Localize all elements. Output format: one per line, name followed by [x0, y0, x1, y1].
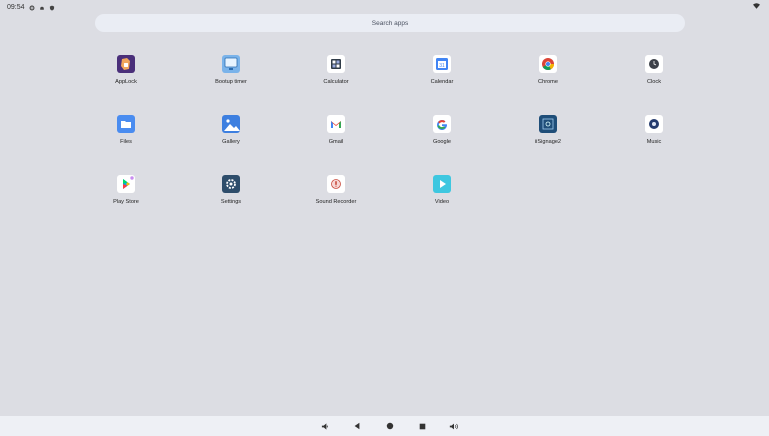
app-label: Google — [432, 139, 452, 145]
app-gallery[interactable]: Gallery — [191, 115, 271, 155]
app-label: Play Store — [113, 199, 139, 205]
svg-text:31: 31 — [439, 63, 445, 69]
app-label: Settings — [220, 199, 242, 205]
app-grid: AppLock Bootup timer Calculator 31 Calen… — [0, 0, 769, 420]
app-label: AppLock — [115, 79, 137, 85]
calculator-icon — [327, 55, 345, 73]
app-label: Gmail — [328, 139, 344, 145]
video-icon — [433, 175, 451, 193]
app-label: Video — [434, 199, 450, 205]
app-label: Gallery — [222, 139, 240, 145]
back-button[interactable] — [352, 421, 362, 431]
calendar-icon: 31 — [433, 55, 451, 73]
clock-icon — [645, 55, 663, 73]
app-label: Clock — [647, 79, 661, 85]
back-icon — [354, 422, 360, 430]
home-button[interactable] — [385, 421, 395, 431]
app-calendar[interactable]: 31 Calendar — [402, 55, 482, 95]
app-label: Music — [646, 139, 662, 145]
gmail-icon — [327, 115, 345, 133]
volume-up-button[interactable] — [449, 421, 459, 431]
navigation-bar — [0, 416, 769, 436]
app-calculator[interactable]: Calculator — [296, 55, 376, 95]
iisignage-icon — [539, 115, 557, 133]
app-video[interactable]: Video — [402, 175, 482, 215]
files-icon — [117, 115, 135, 133]
app-chrome[interactable]: Chrome — [508, 55, 588, 95]
app-label: Sound Recorder — [315, 199, 357, 205]
app-play-store[interactable]: Play Store — [86, 175, 166, 215]
app-label: Chrome — [538, 79, 558, 85]
app-label: iiSignage2 — [534, 139, 562, 145]
volume-down-icon — [321, 422, 328, 430]
recents-button[interactable] — [417, 421, 427, 431]
play-store-icon — [117, 175, 135, 193]
app-files[interactable]: Files — [86, 115, 166, 155]
applock-icon — [117, 55, 135, 73]
bootup-timer-icon — [222, 55, 240, 73]
app-applock[interactable]: AppLock — [86, 55, 166, 95]
app-iisignage2[interactable]: iiSignage2 — [508, 115, 588, 155]
app-gmail[interactable]: Gmail — [296, 115, 376, 155]
gallery-icon — [222, 115, 240, 133]
volume-down-button[interactable] — [320, 421, 330, 431]
app-label: Bootup timer — [215, 79, 247, 85]
home-icon — [386, 422, 394, 430]
app-label: Calculator — [323, 79, 349, 85]
app-bootup-timer[interactable]: Bootup timer — [191, 55, 271, 95]
app-clock[interactable]: Clock — [614, 55, 694, 95]
google-icon — [433, 115, 451, 133]
settings-icon — [222, 175, 240, 193]
volume-up-icon — [449, 423, 458, 429]
chrome-icon — [539, 55, 557, 73]
app-label: Calendar — [430, 79, 454, 85]
music-icon — [645, 115, 663, 133]
sound-recorder-icon — [327, 175, 345, 193]
app-sound-recorder[interactable]: Sound Recorder — [296, 175, 376, 215]
recents-icon — [419, 423, 425, 429]
app-google[interactable]: Google — [402, 115, 482, 155]
app-music[interactable]: Music — [614, 115, 694, 155]
app-label: Files — [120, 139, 132, 145]
app-settings[interactable]: Settings — [191, 175, 271, 215]
